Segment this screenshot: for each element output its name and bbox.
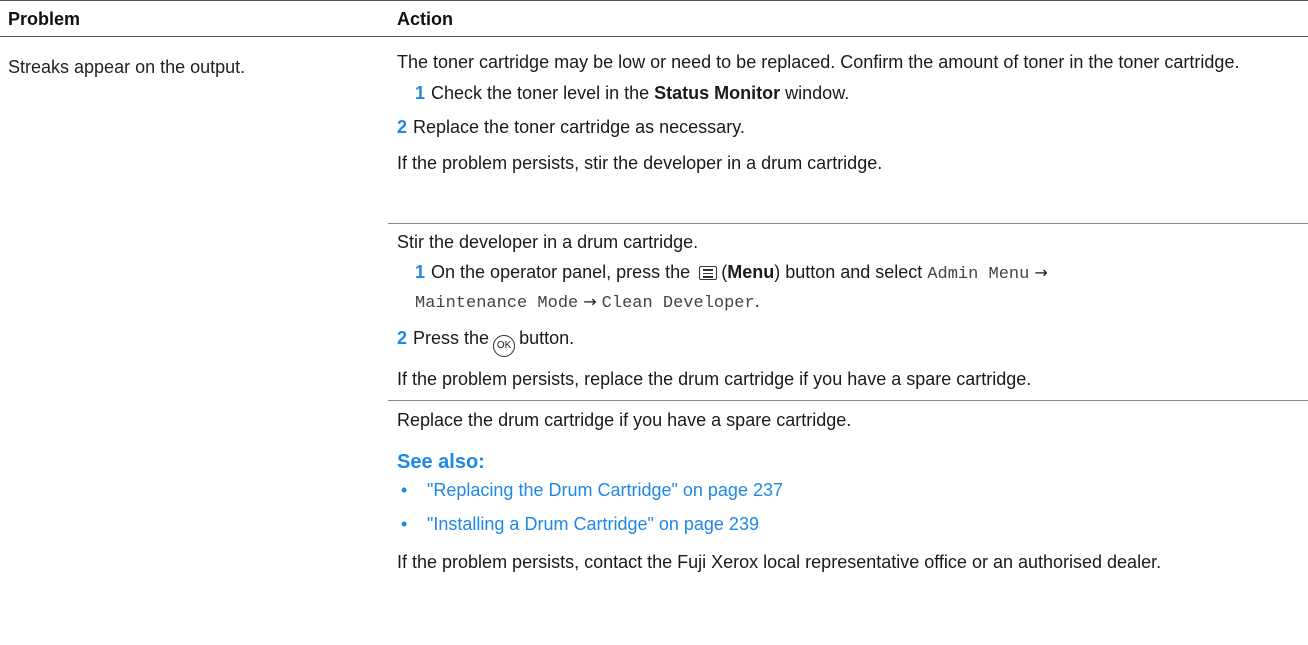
action-intro: Stir the developer in a drum cartridge. [397, 232, 699, 252]
header-rule [0, 36, 1308, 37]
table-header: Problem Action [0, 1, 1308, 37]
menu-path-clean: Clean Developer [601, 294, 755, 313]
row-divider [388, 223, 1308, 224]
status-monitor-label: Status Monitor [654, 83, 781, 103]
action-outro: If the problem persists, stir the develo… [397, 153, 883, 173]
header-action: Action [397, 9, 453, 29]
step-number: 1 [415, 83, 426, 103]
action-intro: Replace the drum cartridge if you have a… [397, 410, 852, 430]
action-intro: The toner cartridge may be low or need t… [397, 52, 1240, 72]
page: Problem Action Streaks appear on the out… [0, 0, 1308, 645]
step-number: 2 [397, 328, 408, 348]
menu-icon [699, 266, 718, 280]
header-problem: Problem [8, 9, 81, 29]
see-also-link[interactable]: • "Installing a Drum Cartridge" on page 2… [397, 511, 1302, 537]
menu-path-admin: Admin Menu [927, 265, 1030, 284]
action-outro: If the problem persists, contact the Fuj… [397, 552, 1162, 572]
bullet: • [401, 480, 408, 500]
action-block-toner: The toner cartridge may be low or need t… [397, 49, 1302, 176]
troubleshooting-table: Problem Action Streaks appear on the out… [0, 0, 1308, 572]
step-1: 1 On the operator panel, press the (Menu)… [415, 262, 1048, 313]
problem-cell: Streaks appear on the output. [8, 57, 246, 77]
action-outro: If the problem persists, replace the dru… [397, 369, 1032, 389]
step-2: 2 Press the OK button. [397, 325, 1302, 357]
step-1: 1 Check the toner level in the Status Mon… [415, 83, 850, 103]
menu-label: Menu [727, 262, 775, 282]
bullet: • [401, 514, 408, 534]
action-block-developer: Stir the developer in a drum cartridge. … [397, 229, 1302, 392]
see-also-link[interactable]: • "Replacing the Drum Cartridge" on page … [397, 477, 1302, 503]
action-block-replace-drum: Replace the drum cartridge if you have a… [397, 407, 1302, 575]
row-divider [388, 400, 1308, 401]
step-2: 2 Replace the toner cartridge as necessar… [397, 117, 745, 137]
see-also-heading: See also: [397, 451, 485, 473]
step-number: 2 [397, 117, 408, 137]
menu-path-maintenance: Maintenance Mode [415, 294, 579, 313]
step-number: 1 [415, 262, 426, 282]
ok-button-icon: OK [493, 335, 516, 357]
